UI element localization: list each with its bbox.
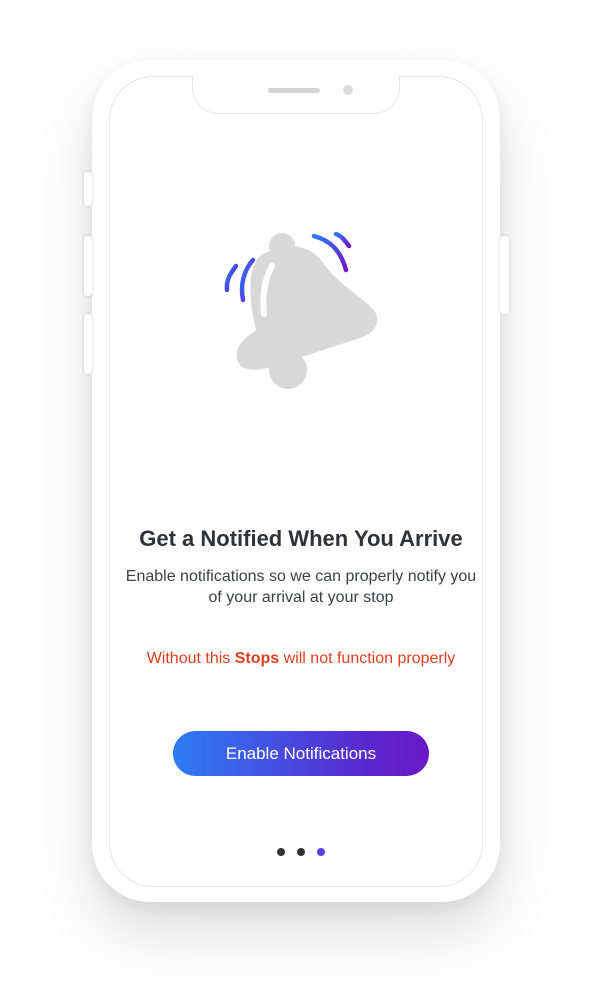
power-button: [500, 236, 509, 314]
volume-up-button: [84, 236, 92, 296]
front-camera: [343, 85, 353, 95]
warning-brand: Stops: [234, 650, 280, 667]
bell-icon: [224, 231, 378, 389]
mute-switch: [84, 172, 92, 206]
page-indicator: [274, 848, 334, 856]
warning-suffix: will not function properly: [279, 650, 456, 667]
page-dot-1[interactable]: [277, 848, 285, 856]
warning-prefix: Without this: [146, 650, 235, 667]
enable-notifications-button[interactable]: Enable Notifications: [173, 731, 429, 776]
page-dot-3[interactable]: [317, 848, 325, 856]
page-subtitle: Enable notifications so we can properly …: [125, 568, 477, 606]
speaker-grille: [268, 88, 320, 93]
page-dot-2[interactable]: [297, 848, 305, 856]
warning-message: Without this Stops will not function pro…: [109, 650, 493, 668]
notch: [192, 76, 400, 114]
page-title: Get a Notified When You Arrive: [139, 526, 463, 551]
volume-down-button: [84, 314, 92, 374]
